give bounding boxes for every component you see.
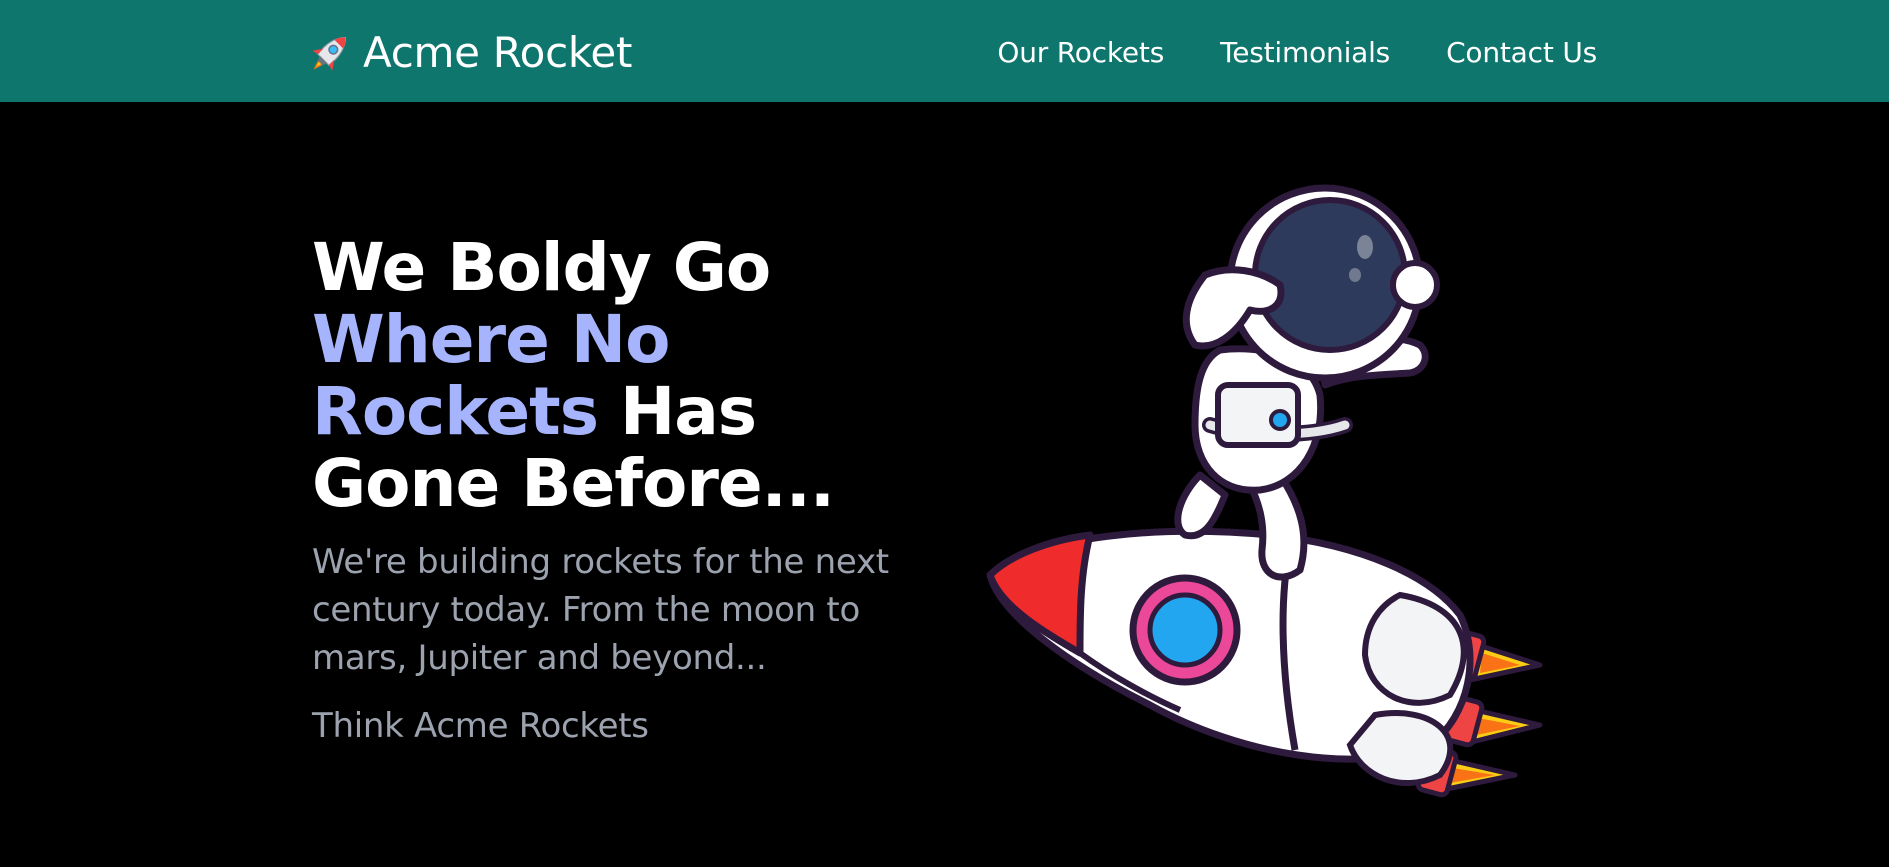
hero-title-line1: We Boldy Go <box>312 229 771 306</box>
nav-links: Our Rockets Testimonials Contact Us <box>997 35 1597 71</box>
nav-item: Contact Us <box>1446 35 1597 71</box>
brand-link[interactable]: Acme Rocket <box>305 28 632 78</box>
brand-name: Acme Rocket <box>363 28 633 77</box>
nav-item: Our Rockets <box>997 35 1164 71</box>
hero-title: We Boldy Go Where No Rockets Has Gone Be… <box>312 232 952 520</box>
hero-description: We're building rockets for the next cent… <box>312 542 889 678</box>
nav-link-our-rockets[interactable]: Our Rockets <box>997 36 1164 69</box>
hero-tagline: Think Acme Rockets <box>312 706 649 746</box>
nav-item: Testimonials <box>1220 35 1390 71</box>
hero-title-accent: Where No Rockets <box>312 301 670 450</box>
hero-text: We Boldy Go Where No Rockets Has Gone Be… <box>312 232 952 748</box>
rocket-icon <box>312 36 347 71</box>
nav-link-contact-us[interactable]: Contact Us <box>1446 36 1597 69</box>
rocket-body <box>986 527 1474 786</box>
astronaut <box>1174 184 1440 581</box>
nav-link-testimonials[interactable]: Testimonials <box>1220 36 1390 69</box>
navbar: Acme Rocket Our Rockets Testimonials Con… <box>0 0 1889 102</box>
astronaut-rocket-illustration <box>986 184 1543 798</box>
